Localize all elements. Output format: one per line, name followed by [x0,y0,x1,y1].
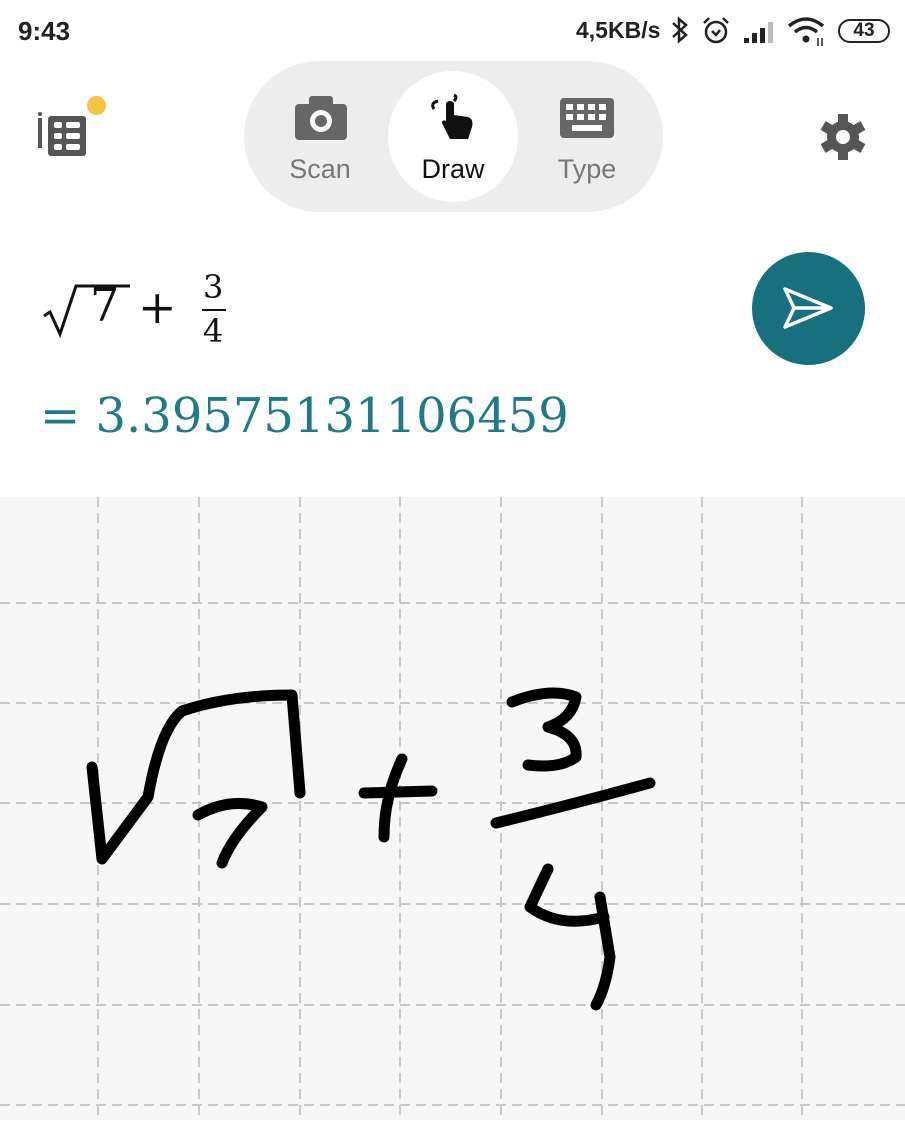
denominator: 4 [203,312,224,350]
tab-draw-label: Draw [421,154,485,184]
fraction-bar [202,309,226,311]
camera-icon [295,96,347,140]
tab-scan[interactable]: Scan [255,61,385,212]
alarm-icon [703,17,729,44]
wifi-icon [787,17,825,46]
stroke-sqrt [86,689,306,865]
status-bar: 9:43 4,5KB/s 43 [0,0,905,62]
send-icon [783,287,833,329]
input-mode-switcher: Scan Draw Type [244,61,663,212]
tab-draw[interactable]: Draw [388,71,518,202]
notification-dot [87,96,106,115]
handwriting-strokes [86,687,656,1011]
clock: 9:43 [18,16,71,46]
stroke-plus [358,753,438,843]
keyboard-icon [560,98,614,138]
gear-icon[interactable] [820,114,866,160]
tab-type[interactable]: Type [522,61,652,212]
send-button[interactable] [752,252,865,365]
canvas-grid [0,497,905,1120]
bluetooth-icon [672,16,688,44]
radicand: 7 [90,278,120,332]
hand-draw-icon [431,93,473,139]
plus-sign: + [138,280,177,334]
stroke-4 [524,863,616,1011]
numerator: 3 [203,268,224,306]
tab-scan-label: Scan [289,154,351,184]
result-value: = 3.39575131106459 [40,388,569,444]
tab-type-label: Type [557,154,617,184]
stroke-7 [192,797,268,869]
network-speed: 4,5KB/s [576,17,661,43]
drawing-canvas[interactable] [0,497,905,1120]
signal-icon [744,22,773,43]
history-list-icon[interactable] [38,112,88,158]
battery-icon: 43 [838,19,890,43]
